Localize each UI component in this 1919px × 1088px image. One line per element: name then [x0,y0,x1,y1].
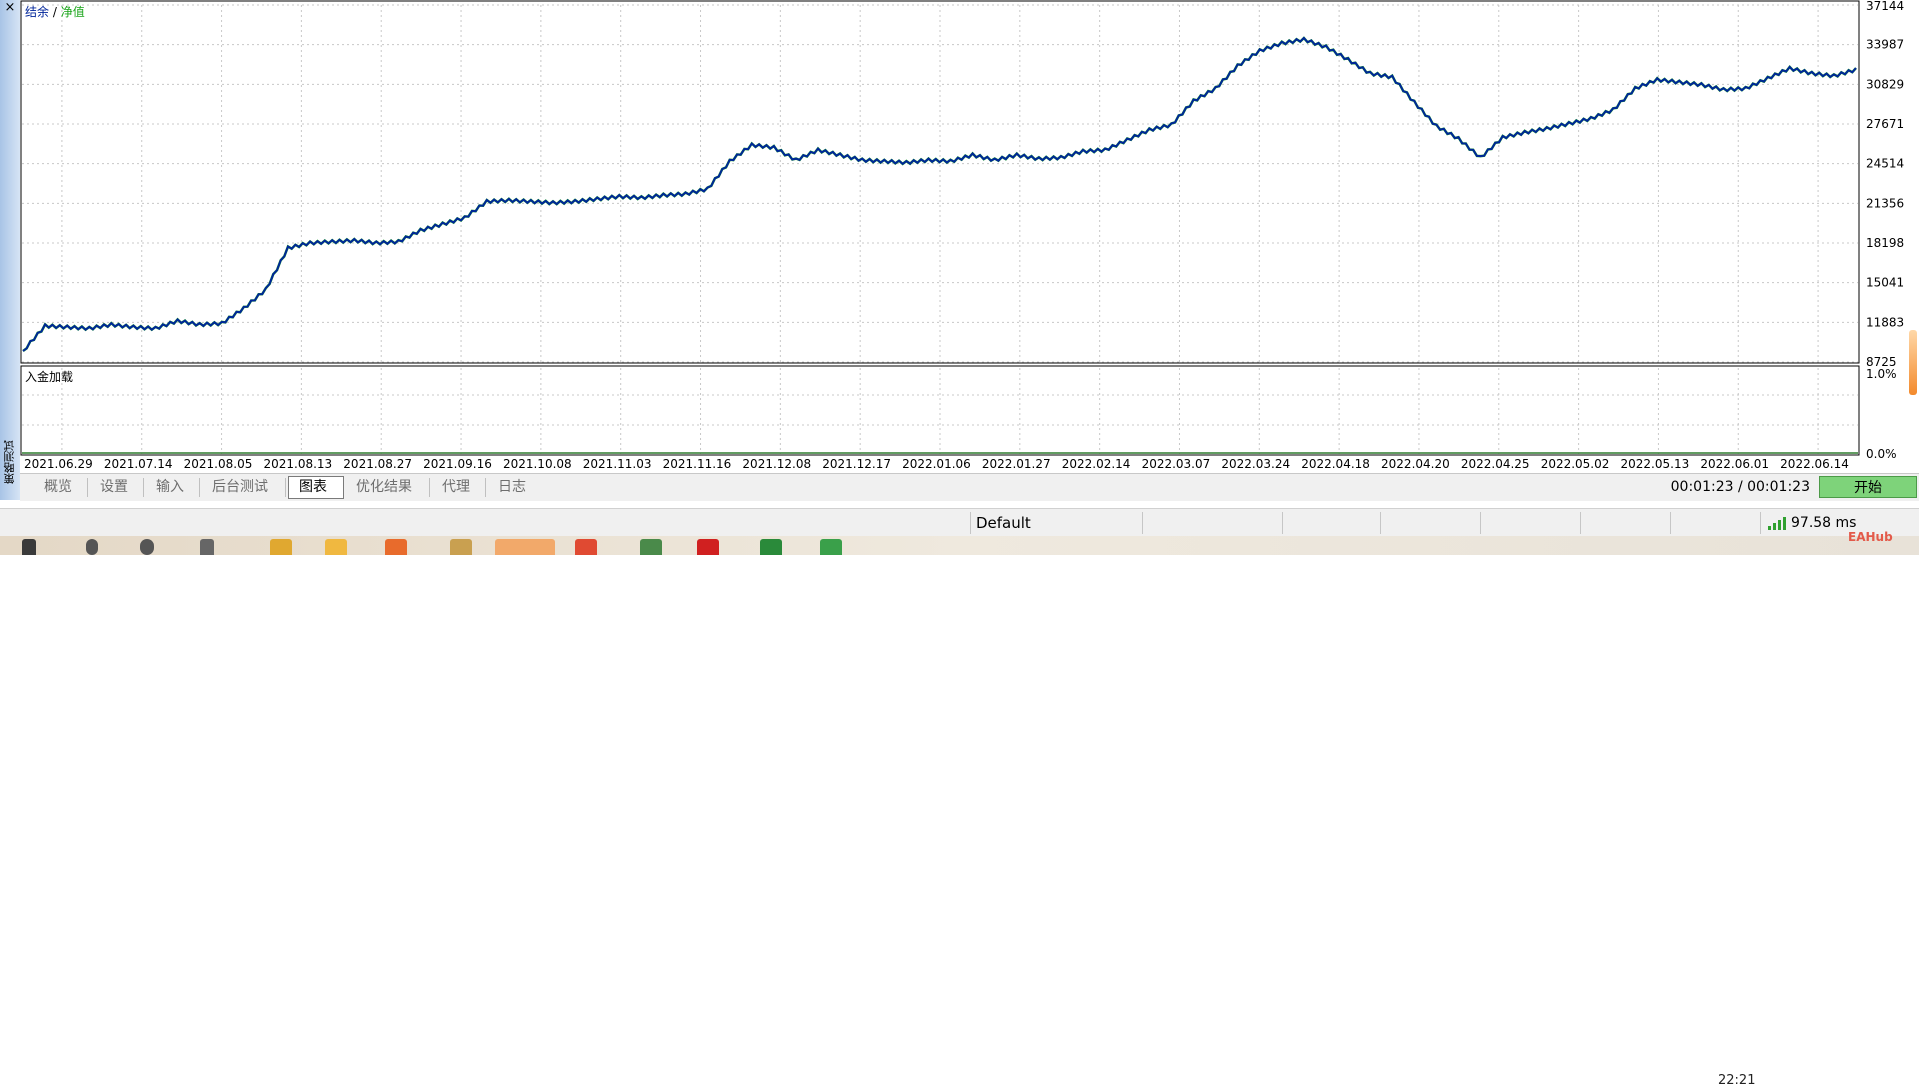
app-icon-2[interactable] [450,539,472,555]
x-tick-label: 2021.11.03 [583,457,652,471]
legend-separator: / [49,5,61,19]
tab-settings[interactable]: 设置 [90,478,144,497]
y-tick-label: 15041 [1866,276,1904,290]
search-icon[interactable] [86,539,98,555]
x-tick-label: 2022.05.13 [1621,457,1690,471]
app-icon-1[interactable] [325,539,347,555]
x-tick-label: 2022.01.27 [982,457,1051,471]
chart-legend: 结余 / 净值 [25,4,85,19]
x-tick-label: 2021.07.14 [104,457,173,471]
start-button[interactable]: 开始 [1819,476,1917,498]
profile-name[interactable]: Default [976,513,1031,533]
tab-inputs[interactable]: 输入 [146,478,200,497]
wechat-icon[interactable] [820,539,842,555]
sub-panel-label: 入金加载 [25,369,73,384]
y-tick-label: 33987 [1866,38,1904,52]
y-tick-label: 11883 [1866,315,1904,329]
x-tick-label: 2021.06.29 [24,457,93,471]
x-tick-label: 2022.05.02 [1541,457,1610,471]
y-tick-label: 21356 [1866,196,1904,210]
app-icon-3[interactable] [575,539,597,555]
x-tick-label: 2022.03.24 [1221,457,1290,471]
windows-start-icon[interactable] [22,539,36,555]
x-tick-label: 2022.02.14 [1062,457,1131,471]
x-tick-label: 2022.03.07 [1142,457,1211,471]
x-tick-label: 2022.04.25 [1461,457,1530,471]
scroll-handle[interactable] [1909,330,1917,395]
chart-area[interactable]: 37144 33987 30829 27671 24514 21356 18198 15041… [20,0,1919,473]
system-clock[interactable]: 22:21 [1718,1074,1755,1088]
os-taskbar: 22:21 [0,536,1919,1088]
tab-optimization-results[interactable]: 优化结果 [346,478,430,497]
strategy-tester-label: 策略测试 [3,440,16,484]
x-tick-label: 2021.10.08 [503,457,572,471]
ping-value: 97.58 ms [1791,515,1857,531]
tab-overview[interactable]: 概览 [34,478,88,497]
x-tick-label: 2021.08.13 [263,457,332,471]
signal-icon [1768,517,1786,530]
app-icon-4[interactable] [640,539,662,555]
status-bar: Default 97.58 ms [0,508,1919,537]
active-app-icon[interactable] [495,539,555,555]
browser-icon[interactable] [385,539,407,555]
x-tick-label: 2021.09.16 [423,457,492,471]
x-tick-label: 2021.12.17 [822,457,891,471]
sub-y-tick-bottom: 0.0% [1866,447,1897,461]
y-tick-label: 30829 [1866,77,1904,91]
tab-backtest[interactable]: 后台测试 [202,478,286,497]
tab-journal[interactable]: 日志 [488,478,542,497]
x-tick-label: 2021.08.05 [184,457,253,471]
legend-balance: 结余 [25,4,49,19]
legend-equity: 净值 [61,4,85,19]
app-icon-5[interactable] [697,539,719,555]
x-tick-label: 2022.04.18 [1301,457,1370,471]
tester-tab-bar: 概览 设置 输入 后台测试 图表 优化结果 代理 日志 [20,473,1919,501]
y-tick-label: 27671 [1866,117,1904,131]
widgets-icon[interactable] [200,539,214,555]
app-icon-6[interactable] [760,539,782,555]
x-tick-label: 2022.04.20 [1381,457,1450,471]
x-tick-label: 2022.06.14 [1780,457,1849,471]
y-tick-label: 37144 [1866,0,1904,13]
folder-icon[interactable] [270,539,292,555]
elapsed-timer: 00:01:23 / 00:01:23 [1670,479,1810,495]
sub-y-tick-top: 1.0% [1866,367,1897,381]
task-view-icon[interactable] [140,539,154,555]
x-tick-label: 2022.06.01 [1700,457,1769,471]
x-tick-label: 2022.01.06 [902,457,971,471]
tab-agents[interactable]: 代理 [432,478,486,497]
watermark-logo: EAHub [1848,530,1893,544]
x-tick-label: 2021.08.27 [343,457,412,471]
y-tick-label: 24514 [1866,157,1904,171]
tab-graph[interactable]: 图表 [288,476,344,499]
y-tick-label: 18198 [1866,236,1904,250]
close-icon[interactable]: × [3,1,17,15]
x-tick-label: 2021.11.16 [663,457,732,471]
x-tick-label: 2021.12.08 [742,457,811,471]
tester-side-strip [0,0,21,500]
